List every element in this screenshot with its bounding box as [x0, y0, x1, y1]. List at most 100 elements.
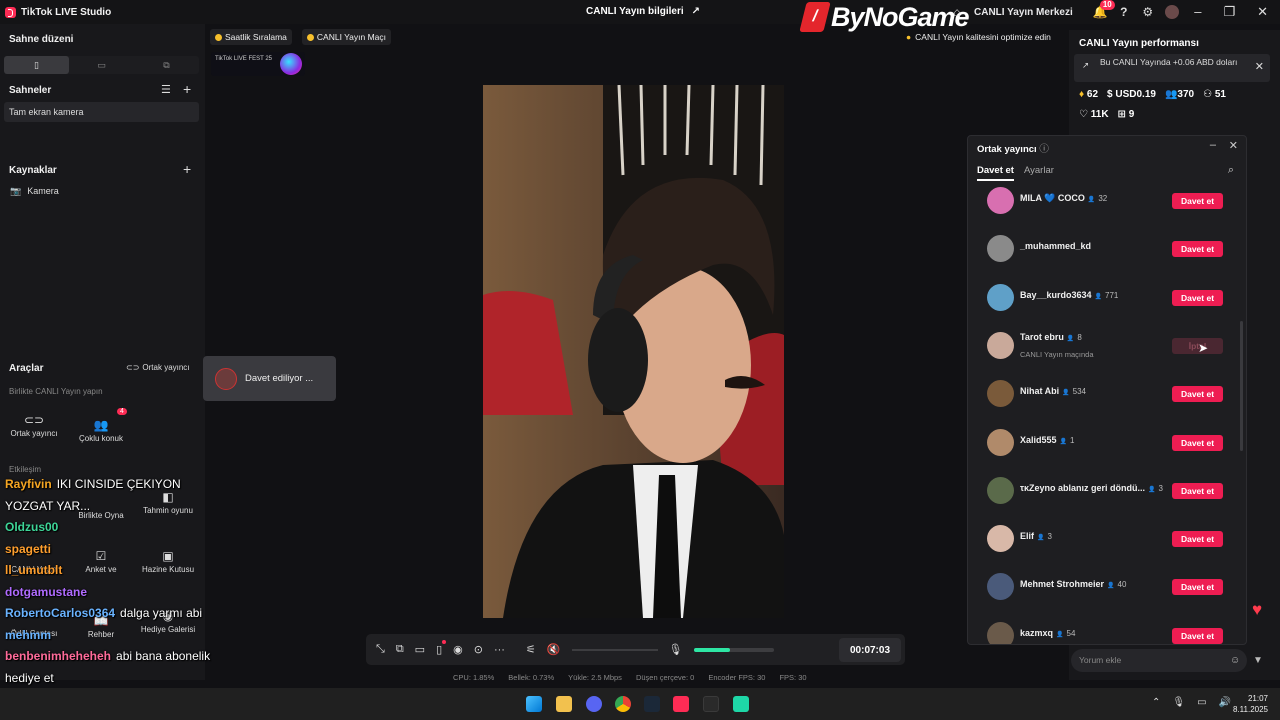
- tool-cohost[interactable]: ⊂⊃ Ortak yayıncı: [4, 413, 64, 438]
- emoji-icon[interactable]: ☺: [1230, 655, 1240, 666]
- earnings-text: Bu CANLI Yayında +0.06 ABD doları: [1100, 57, 1238, 67]
- comment-input[interactable]: Yorum ekle: [1071, 649, 1247, 672]
- invite-button[interactable]: Davet et: [1172, 193, 1223, 209]
- chat-username[interactable]: Oldzus00: [5, 520, 58, 534]
- invite-button[interactable]: Davet et: [1172, 579, 1223, 596]
- list-icon[interactable]: ☰: [161, 83, 171, 96]
- source-item[interactable]: 📷 Kamera: [10, 186, 59, 197]
- maximize-icon[interactable]: ❐: [1223, 4, 1235, 20]
- invite-button[interactable]: Davet et: [1172, 482, 1223, 499]
- terminal-icon[interactable]: [703, 696, 719, 712]
- info-icon[interactable]: ⓘ: [1039, 144, 1049, 155]
- live-info-title[interactable]: CANLI Yayın bilgileri ↗: [586, 6, 700, 17]
- cohost-title: Ortak yayıncı: [977, 144, 1037, 155]
- chrome-icon[interactable]: [615, 696, 631, 712]
- user-name-text: Tarot ebru: [1020, 331, 1064, 342]
- chat-username[interactable]: ll_umutblt: [5, 563, 62, 577]
- mixed-layout-icon[interactable]: ⧉: [134, 56, 199, 74]
- windows-start-icon[interactable]: [526, 696, 542, 712]
- filter-icon[interactable]: ▼: [1253, 655, 1263, 666]
- speaker-volume-slider[interactable]: [571, 648, 658, 651]
- chat-message: spagetti: [5, 539, 250, 561]
- share-icon[interactable]: ↗: [692, 6, 700, 17]
- volume-icon[interactable]: 🔊: [1219, 697, 1231, 708]
- speaker-muted-icon[interactable]: 🔇: [547, 643, 561, 656]
- lightbulb-icon: ●: [906, 32, 912, 42]
- heart-icon: ♡: [1079, 109, 1088, 120]
- mic-volume-slider[interactable]: [693, 647, 774, 652]
- invite-button[interactable]: Davet et: [1172, 386, 1223, 403]
- magic-wand-icon[interactable]: ⤡: [376, 643, 385, 656]
- invite-button[interactable]: Davet et: [1172, 241, 1223, 258]
- add-scene-icon[interactable]: +: [183, 81, 191, 97]
- microphone-icon[interactable]: 🎙: [669, 643, 683, 656]
- portrait-layout-icon[interactable]: ▯: [4, 56, 69, 74]
- chat-username[interactable]: mehmm: [5, 628, 51, 642]
- invite-button[interactable]: Davet et: [1172, 531, 1223, 548]
- close-icon[interactable]: ✕: [1229, 139, 1238, 152]
- close-icon[interactable]: ✕: [1255, 62, 1264, 73]
- cohost-user-row: MILA 💙 COCO 👤 32 Davet et: [987, 186, 1227, 216]
- chat-message: dotgamustane: [5, 582, 250, 604]
- invite-button[interactable]: Davet et: [1172, 434, 1223, 451]
- discord-icon[interactable]: [586, 696, 602, 712]
- app-icon[interactable]: [733, 696, 749, 712]
- phone-icon[interactable]: ▯: [436, 640, 447, 656]
- live-match-chip[interactable]: CANLI Yayın Maçı: [301, 29, 392, 45]
- scrollbar[interactable]: [1240, 321, 1243, 451]
- network-icon[interactable]: ▭: [1197, 697, 1206, 708]
- follower-icon: 👤: [1059, 438, 1068, 445]
- hourly-ranking-chip[interactable]: Saatlik Sıralama: [210, 29, 292, 45]
- chat-username[interactable]: spagetti: [5, 542, 51, 556]
- layers-icon[interactable]: ⧉: [396, 643, 404, 656]
- cohost-user-row: Mehmet Strohmeier 👤 40 Davet et: [987, 572, 1227, 602]
- home-icon[interactable]: ⌂: [950, 5, 964, 19]
- minimize-icon[interactable]: –: [1210, 139, 1216, 151]
- follower-icon: 👤: [1066, 335, 1075, 342]
- add-source-icon[interactable]: +: [183, 161, 191, 177]
- clock[interactable]: 21:07 8.11.2025: [1233, 693, 1268, 715]
- cohost-link[interactable]: ⊂⊃ Ortak yayıncı: [126, 363, 190, 372]
- chat-username[interactable]: RobertoCarlos0364: [5, 606, 115, 620]
- optimize-hint[interactable]: ● CANLI Yayın kalitesini optimize edin: [906, 32, 1051, 42]
- live-center-link[interactable]: CANLI Yayın Merkezi: [974, 7, 1073, 18]
- replay-icon[interactable]: ⊙: [474, 643, 483, 656]
- more-icon[interactable]: ···: [494, 644, 505, 656]
- minimize-icon[interactable]: –: [1194, 4, 1201, 20]
- mic-tray-icon[interactable]: 🎙: [1172, 697, 1185, 708]
- invite-button[interactable]: Davet et: [1172, 289, 1223, 306]
- clock-date: 8.11.2025: [1233, 705, 1268, 714]
- chat-username[interactable]: Rayfivin: [5, 477, 52, 491]
- tab-settings[interactable]: Ayarlar: [1024, 165, 1054, 181]
- followers-value: 51: [1214, 89, 1226, 100]
- live-fest-banner[interactable]: TikTok LIVE FEST 25: [211, 52, 305, 76]
- tools-title: Araçlar: [9, 363, 44, 374]
- avatar[interactable]: [1164, 5, 1179, 19]
- bell-icon[interactable]: 🔔 10: [1093, 0, 1115, 19]
- perf-stats-row-2: ♡ 11K ⊞ 9: [1079, 109, 1134, 120]
- gear-icon[interactable]: ⚙: [1141, 5, 1155, 19]
- close-icon[interactable]: ✕: [1257, 4, 1268, 20]
- mixer-icon[interactable]: ⚟: [526, 643, 536, 656]
- avatar: [987, 525, 1014, 553]
- likes-stat: ♡ 11K: [1079, 109, 1109, 120]
- tiktok-taskbar-icon[interactable]: [673, 696, 689, 712]
- screen-icon[interactable]: ▭: [415, 643, 425, 656]
- diamond-value: 62: [1086, 89, 1099, 100]
- tool-multi-guest[interactable]: 👥 Çoklu konuk: [71, 418, 131, 443]
- chevron-up-icon[interactable]: ⌃: [1152, 697, 1160, 708]
- file-explorer-icon[interactable]: [556, 696, 572, 712]
- chat-username[interactable]: benbenimheheheh: [5, 649, 111, 663]
- cohost-user-name: Elif 👤 3: [1020, 531, 1052, 541]
- tab-invite[interactable]: Davet et: [977, 165, 1014, 181]
- steam-icon[interactable]: [644, 696, 660, 712]
- follower-count: 8: [1077, 332, 1082, 342]
- invite-button[interactable]: Davet et: [1172, 627, 1223, 644]
- chat-username[interactable]: dotgamustane: [5, 585, 87, 599]
- record-icon[interactable]: ◉: [453, 643, 463, 656]
- help-icon[interactable]: ?: [1117, 5, 1131, 19]
- landscape-layout-icon[interactable]: ▭: [69, 56, 134, 74]
- live-match-label: CANLI Yayın Maçı: [316, 32, 387, 42]
- search-icon[interactable]: ⌕: [1228, 164, 1234, 177]
- scene-item[interactable]: Tam ekran kamera: [4, 102, 199, 122]
